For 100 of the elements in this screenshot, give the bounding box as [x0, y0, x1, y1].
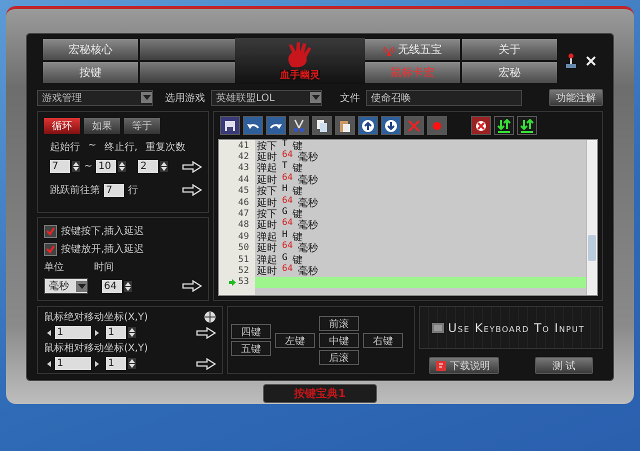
script-line[interactable]: 43 弹起 T 键	[219, 162, 586, 174]
mouse-button[interactable]: 右键	[363, 332, 403, 348]
paste-icon	[338, 118, 352, 132]
right-arrow-icon[interactable]	[196, 326, 216, 338]
line-number: 44	[237, 174, 250, 185]
number-field[interactable]: 1	[106, 326, 126, 339]
checkbox-label: 按键按下,插入延迟	[61, 224, 144, 238]
logic-tab[interactable]: 等于	[124, 118, 160, 134]
move-up-button[interactable]	[358, 116, 378, 135]
line-number: 41	[237, 140, 250, 151]
help-button[interactable]: 下载说明	[429, 357, 499, 374]
mouse-button[interactable]: 中键	[319, 332, 359, 348]
spinner-arrows-icon[interactable]	[128, 327, 136, 338]
crosshair-icon	[204, 311, 216, 323]
mouse-button[interactable]: 五键	[231, 341, 271, 356]
number-field[interactable]: 10	[96, 160, 116, 173]
script-line[interactable]: 46 延时 64 毫秒	[219, 196, 586, 208]
mouse-button[interactable]: 四键	[231, 324, 271, 339]
notes-button[interactable]: 功能注解	[549, 89, 603, 106]
script-line[interactable]: 41 按下 T 键	[219, 140, 586, 152]
up-down-arrows-icon	[497, 118, 511, 132]
floppy-icon	[223, 118, 237, 132]
script-command: 延时 64 毫秒	[256, 241, 318, 254]
script-command: 弹起 H 键	[256, 230, 302, 243]
right-arrow-icon[interactable]	[182, 184, 202, 196]
move-down-button[interactable]	[381, 116, 401, 135]
line-number: 43	[237, 163, 250, 174]
script-line[interactable]: 52 延时 64 毫秒	[219, 265, 586, 277]
right-arrow-icon[interactable]	[182, 280, 202, 292]
up-down-arrows-icon	[520, 118, 534, 132]
file-label: 文件	[340, 92, 360, 104]
script-line[interactable]: 48 延时 64 毫秒	[219, 220, 586, 232]
paste-button[interactable]	[335, 116, 355, 135]
line-number: 50	[237, 243, 250, 254]
script-line[interactable]: 50 延时 64 毫秒	[219, 242, 586, 254]
line-number: 51	[237, 254, 250, 265]
relative-move-label: 鼠标相对移动坐标(X,Y)	[44, 342, 148, 355]
cut-button[interactable]	[289, 116, 309, 135]
line-number: 46	[237, 198, 250, 208]
export-button[interactable]	[517, 116, 537, 135]
mouse-button[interactable]: 前滚	[319, 316, 359, 330]
nav-tab[interactable]: 关于	[462, 39, 557, 60]
spinner-arrows-icon[interactable]	[118, 161, 126, 172]
mouse-button[interactable]: 左键	[275, 332, 315, 348]
script-line[interactable]: 49 弹起 H 键	[219, 231, 586, 243]
jump-label: 跳跃前往第	[50, 184, 100, 197]
mouse-button[interactable]: 后滚	[319, 350, 359, 364]
line-number: 42	[237, 152, 250, 162]
script-line[interactable]: 51 弹起 G 键	[219, 254, 586, 266]
test-button[interactable]: 测 试	[535, 357, 593, 374]
close-icon[interactable]	[585, 55, 597, 67]
nav-tab[interactable]: 无线五宝	[365, 39, 460, 60]
repeat-count-label: 重复次数	[146, 140, 186, 154]
time-label: 时间	[94, 260, 114, 274]
file-field[interactable]: 使命召唤	[366, 90, 522, 106]
script-line[interactable]: 42 延时 64 毫秒	[219, 151, 586, 163]
copy-icon	[315, 118, 329, 132]
tilde-label: ~	[88, 140, 96, 153]
nav-tab[interactable]: 宏秘	[462, 62, 557, 83]
number-field[interactable]: 1	[106, 357, 126, 370]
nav-tab[interactable]: 宏秘核心	[43, 39, 138, 60]
x-field[interactable]: 1	[55, 326, 91, 339]
spinner-arrows-icon[interactable]	[72, 161, 80, 172]
game-manager-dropdown[interactable]: 游戏管理	[37, 90, 153, 106]
scrollbar[interactable]	[586, 140, 597, 295]
game-dropdown[interactable]: 英雄联盟LOL	[211, 90, 322, 106]
script-line[interactable]: 45 按下 H 键	[219, 186, 586, 197]
script-command: 延时 64 毫秒	[256, 196, 318, 209]
right-arrow-icon[interactable]	[196, 358, 216, 370]
jump-line-field[interactable]: 7	[104, 184, 124, 196]
spinner-arrows-icon[interactable]	[128, 358, 136, 369]
line-number: 53	[219, 277, 255, 288]
logic-tab[interactable]: 如果	[84, 118, 120, 134]
clear-button[interactable]	[471, 116, 491, 135]
save-button[interactable]	[220, 116, 240, 135]
redo-button[interactable]	[266, 116, 286, 135]
undo-button[interactable]	[243, 116, 263, 135]
logic-tab[interactable]: 循环	[44, 118, 80, 134]
right-arrow-icon[interactable]	[182, 160, 202, 172]
spinner-arrows-icon[interactable]	[160, 161, 168, 172]
script-line[interactable]: 44 延时 64 毫秒	[219, 174, 586, 186]
number-field[interactable]: 2	[138, 160, 158, 173]
spinner-arrows-icon[interactable]	[124, 280, 132, 292]
checkbox[interactable]	[44, 242, 57, 256]
unit-dropdown[interactable]: 毫秒	[44, 278, 88, 294]
script-line[interactable]: 47 按下 G 键	[219, 208, 586, 220]
checkbox[interactable]	[44, 224, 57, 238]
import-button[interactable]	[494, 116, 514, 135]
script-command: 按下 H 键	[256, 184, 302, 198]
copy-button[interactable]	[312, 116, 332, 135]
line-number: 47	[237, 209, 250, 220]
number-field[interactable]: 64	[102, 280, 122, 292]
joystick-icon[interactable]	[565, 53, 577, 69]
script-command: 按下 T 键	[256, 138, 302, 152]
script-command: 弹起 G 键	[256, 252, 302, 266]
number-field[interactable]: 7	[50, 160, 70, 173]
x-field[interactable]: 1	[55, 357, 91, 370]
nav-tab[interactable]: 按键	[43, 62, 138, 83]
help-book-icon	[436, 360, 446, 370]
unit-label: 单位	[44, 260, 64, 274]
